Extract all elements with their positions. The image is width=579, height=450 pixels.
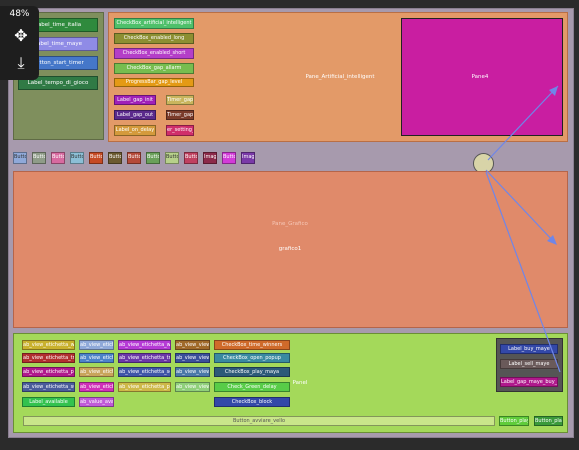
button-10[interactable]: Button: [184, 152, 198, 164]
button-11[interactable]: Button: [222, 152, 236, 164]
download-tray-icon[interactable]: ⤓: [10, 53, 32, 73]
button-image-2[interactable]: Image: [241, 152, 255, 164]
checkbox-open-popup[interactable]: CheckBox_open_popup: [214, 353, 290, 363]
checkbox-play-maya[interactable]: CheckBox_play_maya: [214, 367, 290, 377]
view-etichetta-sos: ab_view_etichetta_sos: [118, 367, 171, 377]
label-gap-maye-buy: Label_gap_maye_buy_m: [500, 377, 558, 387]
button-1[interactable]: Butto: [13, 152, 27, 164]
pane-grafico-hint: Pane_Grafico: [272, 221, 308, 227]
zoom-toolbar: 48% ✥ ⤓: [0, 6, 39, 80]
label-sell-maya: Label_sell_maye: [500, 359, 558, 369]
button-2[interactable]: Butto: [32, 152, 46, 164]
view-view-te: ab_view_view_te: [175, 367, 210, 377]
panel-bottom-label: Panel: [292, 380, 308, 386]
label-on-delay: Label_on_delay: [114, 125, 156, 136]
grafico-label: grafico1: [278, 246, 302, 252]
move-arrows-icon[interactable]: ✥: [10, 26, 32, 46]
checkbox-enabled-short[interactable]: CheckBox_enabled_short: [114, 48, 194, 59]
view-view-w: ab_view_view_w: [175, 340, 210, 350]
view-view-tr: ab_view_view_tr: [175, 353, 210, 363]
timer-gap-1: Timer_gap_: [166, 95, 194, 105]
play-it-button-1[interactable]: Button_play_it: [499, 416, 529, 426]
button-9[interactable]: Button: [165, 152, 179, 164]
view-etichetta-win-2: ab_view_etichetta_win: [118, 340, 171, 350]
setting-button[interactable]: er_setting_: [166, 125, 194, 136]
view-etichetta-tra-2: ab_view_etichetta_tra: [118, 353, 171, 363]
button-3[interactable]: Butto: [51, 152, 65, 164]
view-etich-4: ab_view_etich: [79, 382, 114, 392]
view-etichet-3: ab_view_etichet: [79, 367, 114, 377]
view-view-s: ab_view_view_s: [175, 382, 210, 392]
avviare-button[interactable]: Button_avviare_vello: [23, 416, 495, 426]
play-it-button-2[interactable]: Button_play_it: [534, 416, 563, 426]
checkbox-block[interactable]: CheckBox_block: [214, 397, 290, 407]
view-etichetta-pun: ab_view_etichetta_pun: [22, 367, 75, 377]
checkbox-enabled-long[interactable]: CheckBox_enabled_long: [114, 33, 194, 44]
button-7[interactable]: Button: [127, 152, 141, 164]
button-5[interactable]: Button: [89, 152, 103, 164]
pane4-label: Pane4: [471, 74, 489, 80]
view-etich-2: ab_view_etich: [79, 353, 114, 363]
pane-artificial-label: Pane_Artificial_intelligent: [305, 74, 375, 80]
label-gap-out: Label_gap_out: [114, 110, 156, 120]
view-etichetta-tra: ab_view_etichetta_tra: [22, 353, 75, 363]
label-buy-maya: Label_buy_maye: [500, 344, 558, 354]
button-8[interactable]: Button: [146, 152, 160, 164]
checkbox-time-winners[interactable]: CheckBox_time_winners: [214, 340, 290, 350]
view-etichetta-win: ab_view_etichetta_win: [22, 340, 75, 350]
view-etichetta-pla: ab_view_etichetta_pla: [118, 382, 171, 392]
view-etichetta-succ: ab_view_etichetta_succ: [22, 382, 75, 392]
check-green-delay[interactable]: Check_Green_delay: [214, 382, 290, 392]
label-gap-init: Label_gap_init: [114, 95, 156, 105]
checkbox-gap-allarm[interactable]: CheckBox_gap_allarm: [114, 63, 194, 74]
checkbox-artificial-intelligent[interactable]: CheckBox_artificial_intelligent: [114, 18, 194, 29]
view-etichet-1: ab_view_etichet: [79, 340, 114, 350]
button-6[interactable]: Button: [108, 152, 122, 164]
button-4[interactable]: Butto: [70, 152, 84, 164]
progress-gap-level: ProgressBar_gap_level: [114, 78, 194, 87]
button-image-1[interactable]: Image: [203, 152, 217, 164]
button-row: Butto Butto Butto Butto Button Button Bu…: [13, 152, 259, 165]
value-avail: ab_value_avail: [79, 397, 114, 407]
label-available: Label_available: [22, 397, 75, 407]
zoom-level: 48%: [9, 9, 30, 19]
timer-gap-2: Timer_gap_: [166, 110, 194, 120]
